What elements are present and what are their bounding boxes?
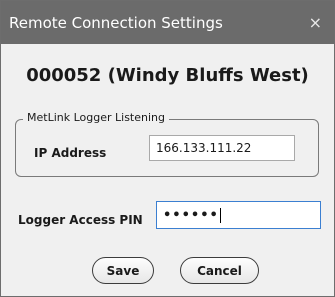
title-bar[interactable]: Remote Connection Settings × bbox=[1, 1, 334, 44]
close-icon[interactable]: × bbox=[309, 14, 322, 31]
site-heading: 000052 (Windy Bluffs West) bbox=[26, 65, 309, 86]
pin-field[interactable]: •••••• bbox=[156, 201, 321, 229]
ip-address-value: 166.133.111.22 bbox=[156, 141, 252, 155]
ip-address-field[interactable]: 166.133.111.22 bbox=[149, 135, 295, 161]
save-button[interactable]: Save bbox=[92, 257, 154, 284]
group-label: MetLink Logger Listening bbox=[23, 111, 169, 124]
window-title: Remote Connection Settings bbox=[9, 13, 223, 32]
cancel-button[interactable]: Cancel bbox=[180, 257, 259, 284]
remote-connection-dialog: Remote Connection Settings × 000052 (Win… bbox=[0, 0, 335, 297]
text-caret bbox=[219, 207, 221, 223]
ip-address-label: IP Address bbox=[34, 146, 107, 160]
pin-masked-value: •••••• bbox=[163, 207, 219, 223]
pin-label: Logger Access PIN bbox=[18, 213, 143, 227]
